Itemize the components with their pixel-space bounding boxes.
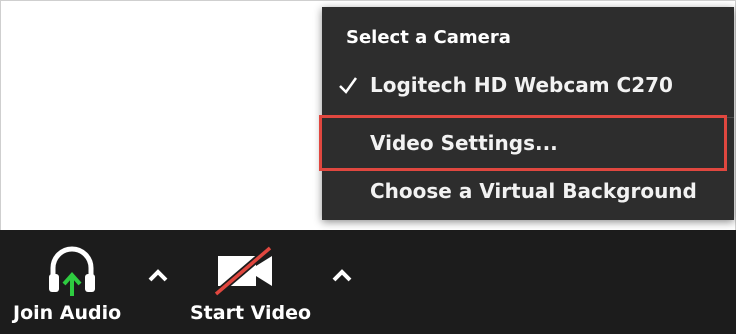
video-options-chevron-up-icon[interactable] bbox=[327, 260, 357, 290]
menu-item-virtual-background[interactable]: Choose a Virtual Background bbox=[322, 171, 734, 211]
start-video-button[interactable]: Start Video bbox=[180, 230, 320, 334]
camera-menu: Select a Camera Logitech HD Webcam C270 … bbox=[319, 7, 734, 220]
menu-item-label: Logitech HD Webcam C270 bbox=[370, 73, 673, 97]
headphones-icon bbox=[49, 246, 95, 296]
checkmark-icon bbox=[339, 77, 358, 94]
meeting-toolbar: Join Audio Start Video bbox=[0, 230, 736, 334]
menu-item-camera-logitech[interactable]: Logitech HD Webcam C270 bbox=[322, 65, 734, 105]
menu-header: Select a Camera bbox=[346, 27, 511, 48]
join-audio-label: Join Audio bbox=[13, 302, 122, 324]
start-video-label: Start Video bbox=[190, 302, 312, 324]
menu-item-label: Choose a Virtual Background bbox=[370, 179, 697, 203]
join-audio-button[interactable]: Join Audio bbox=[0, 230, 140, 334]
audio-options-chevron-up-icon[interactable] bbox=[143, 260, 173, 290]
highlight-box bbox=[319, 115, 727, 171]
video-camera-off-icon bbox=[213, 245, 273, 297]
